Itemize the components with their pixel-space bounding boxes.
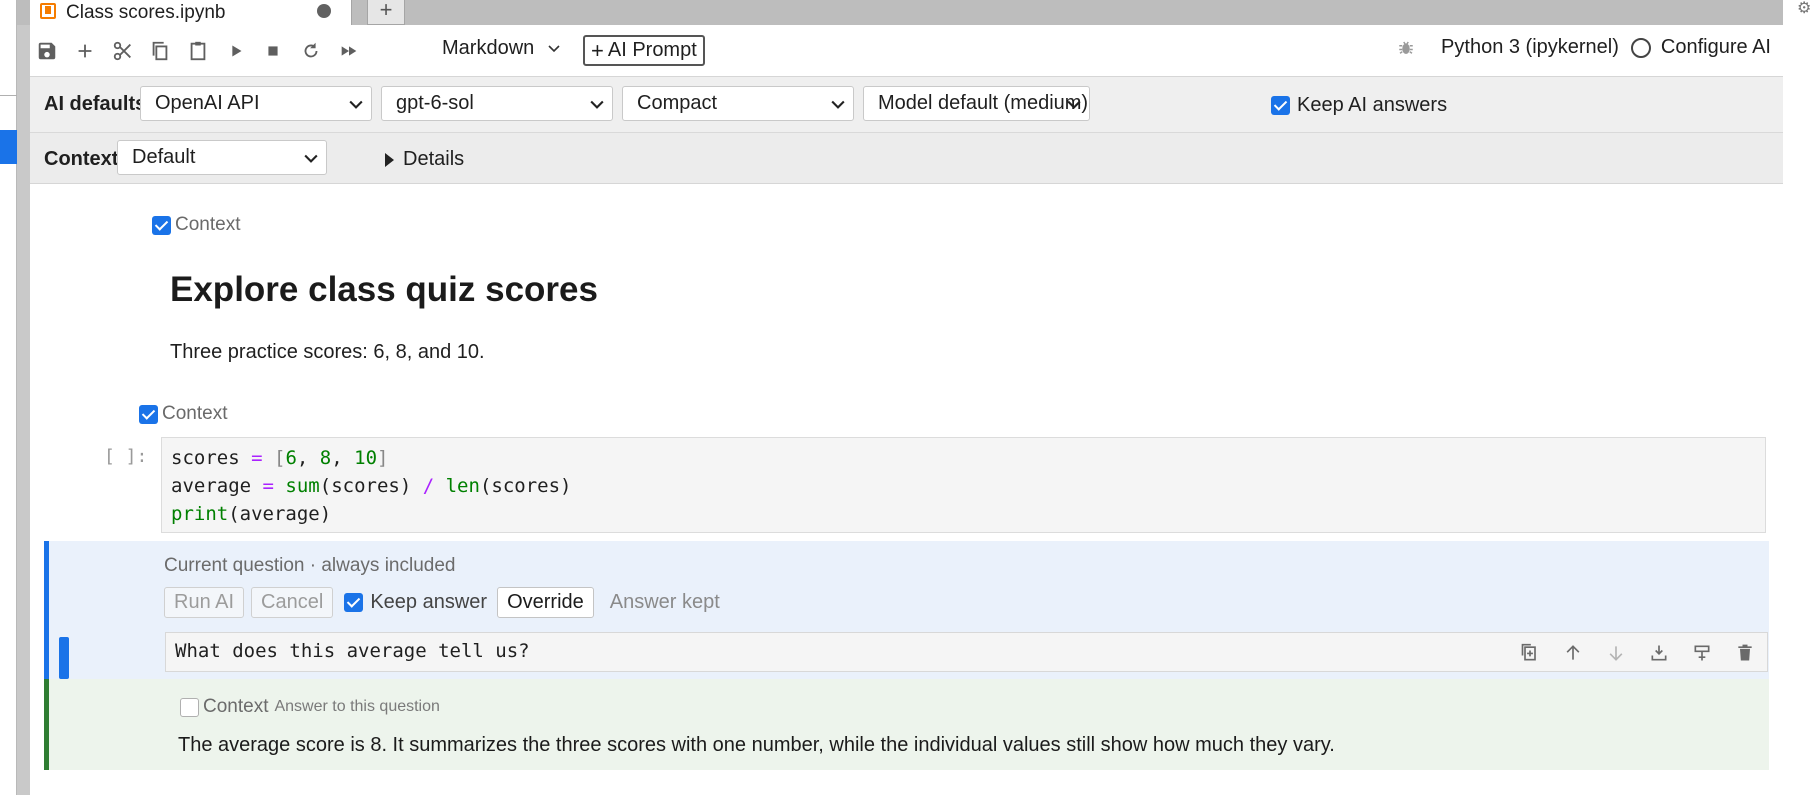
cancel-button[interactable]: Cancel	[251, 587, 334, 618]
markdown-context-toggle[interactable]: Context	[152, 214, 240, 236]
answer-text: The average score is 8. It summarizes th…	[178, 734, 1335, 756]
kernel-status-area: Python 3 (ipykernel) Configure AI	[1397, 36, 1771, 59]
model-select[interactable]: gpt-6-sol	[381, 86, 613, 121]
kernel-idle-indicator-icon	[1630, 37, 1651, 58]
insert-above-icon[interactable]	[1646, 640, 1671, 665]
right-edge: ⚙	[1783, 0, 1815, 795]
save-icon[interactable]	[34, 38, 60, 64]
tab-bar: Class scores.ipynb +	[17, 0, 1783, 25]
sidebar-active-indicator[interactable]	[0, 130, 17, 164]
chevron-down-icon	[1067, 100, 1081, 109]
cut-icon[interactable]	[110, 38, 136, 64]
details-toggle[interactable]: Details	[385, 148, 464, 171]
settings-gear-icon[interactable]: ⚙	[1797, 0, 1811, 18]
keep-ai-answers-checkbox[interactable]	[1271, 96, 1290, 115]
restart-icon[interactable]	[298, 38, 324, 64]
active-cell-marker	[59, 637, 69, 679]
markdown-heading: Explore class quiz scores	[170, 270, 598, 309]
answer-status: Answer kept	[609, 591, 720, 613]
notebook-panel: Markdown + AI Prompt Python 3 (ipykernel…	[30, 25, 1783, 795]
cell-type-select[interactable]: Markdown	[442, 37, 560, 60]
reasoning-value: Model default (medium)	[878, 92, 1089, 114]
style-value: Compact	[637, 92, 718, 114]
delete-cell-icon[interactable]	[1732, 640, 1757, 665]
answer-context-label: Context	[203, 696, 269, 717]
code-context-toggle[interactable]: Context	[139, 403, 227, 425]
context-bar: Context Default Details	[30, 133, 1783, 184]
disclosure-triangle-icon	[385, 152, 394, 167]
code-context-checkbox[interactable]	[139, 404, 158, 424]
markdown-context-label: Context	[175, 214, 241, 235]
run-icon[interactable]	[223, 38, 249, 64]
question-actions: Run AI Cancel Keep answer Override Answe…	[164, 587, 720, 618]
keep-answer-label: Keep answer	[370, 591, 488, 613]
configure-ai-link[interactable]: Configure AI	[1661, 36, 1771, 59]
code-line-2: average = sum(scores) / len(scores)	[171, 475, 572, 497]
kernel-name[interactable]: Python 3 (ipykernel)	[1441, 36, 1619, 59]
keep-answer-checkbox[interactable]	[344, 593, 364, 612]
debugger-bug-icon[interactable]	[1397, 39, 1415, 57]
style-select[interactable]: Compact	[622, 86, 854, 121]
paste-icon[interactable]	[185, 38, 211, 64]
ai-answer-cell: Context Answer to this question The aver…	[44, 679, 1769, 770]
left-sidebar-strip	[0, 0, 17, 795]
ai-defaults-label: AI defaults	[44, 93, 147, 115]
markdown-paragraph: Three practice scores: 6, 8, and 10.	[170, 341, 485, 363]
plus-icon: +	[591, 37, 604, 63]
run-ai-button[interactable]: Run AI	[164, 587, 245, 618]
chevron-down-icon	[349, 100, 363, 109]
context-select[interactable]: Default	[117, 140, 327, 175]
details-label: Details	[403, 148, 465, 170]
provider-select[interactable]: OpenAI API	[140, 86, 372, 121]
cell-toolbar	[1499, 640, 1757, 665]
move-up-icon[interactable]	[1560, 640, 1585, 665]
chevron-down-icon	[831, 100, 845, 109]
answer-context-checkbox[interactable]	[180, 697, 199, 717]
keep-ai-answers-toggle[interactable]: Keep AI answers	[1271, 94, 1447, 117]
move-down-icon[interactable]	[1603, 640, 1628, 665]
execution-count: [ ]:	[104, 446, 148, 467]
markdown-context-checkbox[interactable]	[152, 215, 171, 235]
notebook-icon	[40, 2, 56, 19]
chevron-down-icon	[304, 154, 318, 163]
question-input[interactable]: What does this average tell us?	[165, 632, 1768, 672]
answer-context-sub: Answer to this question	[274, 698, 440, 715]
provider-value: OpenAI API	[155, 92, 260, 114]
question-subtitle: Current question · always included	[164, 555, 456, 576]
ai-prompt-label: AI Prompt	[607, 39, 697, 61]
code-context-label: Context	[162, 403, 228, 424]
override-button[interactable]: Override	[497, 587, 594, 618]
add-cell-icon[interactable]	[72, 38, 98, 64]
tab-title: Class scores.ipynb	[66, 1, 226, 23]
copy-icon[interactable]	[147, 38, 173, 64]
cell-type-label: Markdown	[442, 37, 535, 59]
code-line-3: print(average)	[171, 503, 332, 525]
fast-forward-icon[interactable]	[336, 38, 362, 64]
context-value: Default	[132, 146, 196, 168]
duplicate-cell-icon[interactable]	[1517, 640, 1542, 665]
answer-context-toggle[interactable]: Context Answer to this question	[180, 696, 440, 718]
ai-question-cell: Current question · always included Run A…	[44, 541, 1769, 679]
keep-answer-toggle[interactable]: Keep answer	[344, 591, 487, 614]
code-cell-editor[interactable]: scores = [6, 8, 10] average = sum(scores…	[161, 437, 1766, 533]
question-text: What does this average tell us?	[175, 640, 530, 662]
ai-prompt-button[interactable]: + AI Prompt	[583, 35, 705, 66]
chevron-down-icon	[590, 100, 604, 109]
notebook-toolbar: Markdown + AI Prompt Python 3 (ipykernel…	[30, 25, 1783, 77]
sidebar-divider	[0, 95, 17, 96]
ai-defaults-bar: AI defaults OpenAI API gpt-6-sol Compact…	[30, 77, 1783, 133]
tab-notebook[interactable]: Class scores.ipynb	[30, 0, 352, 25]
unsaved-dot-icon[interactable]	[317, 4, 331, 18]
stop-icon[interactable]	[260, 38, 286, 64]
code-line-1: scores = [6, 8, 10]	[171, 447, 389, 469]
context-label: Context	[44, 148, 119, 170]
new-tab-button[interactable]: +	[367, 0, 405, 25]
keep-ai-answers-label: Keep AI answers	[1297, 94, 1448, 116]
reasoning-select[interactable]: Model default (medium)	[863, 86, 1090, 121]
chevron-down-icon	[548, 44, 560, 52]
insert-below-icon[interactable]	[1689, 640, 1714, 665]
model-value: gpt-6-sol	[396, 92, 474, 114]
